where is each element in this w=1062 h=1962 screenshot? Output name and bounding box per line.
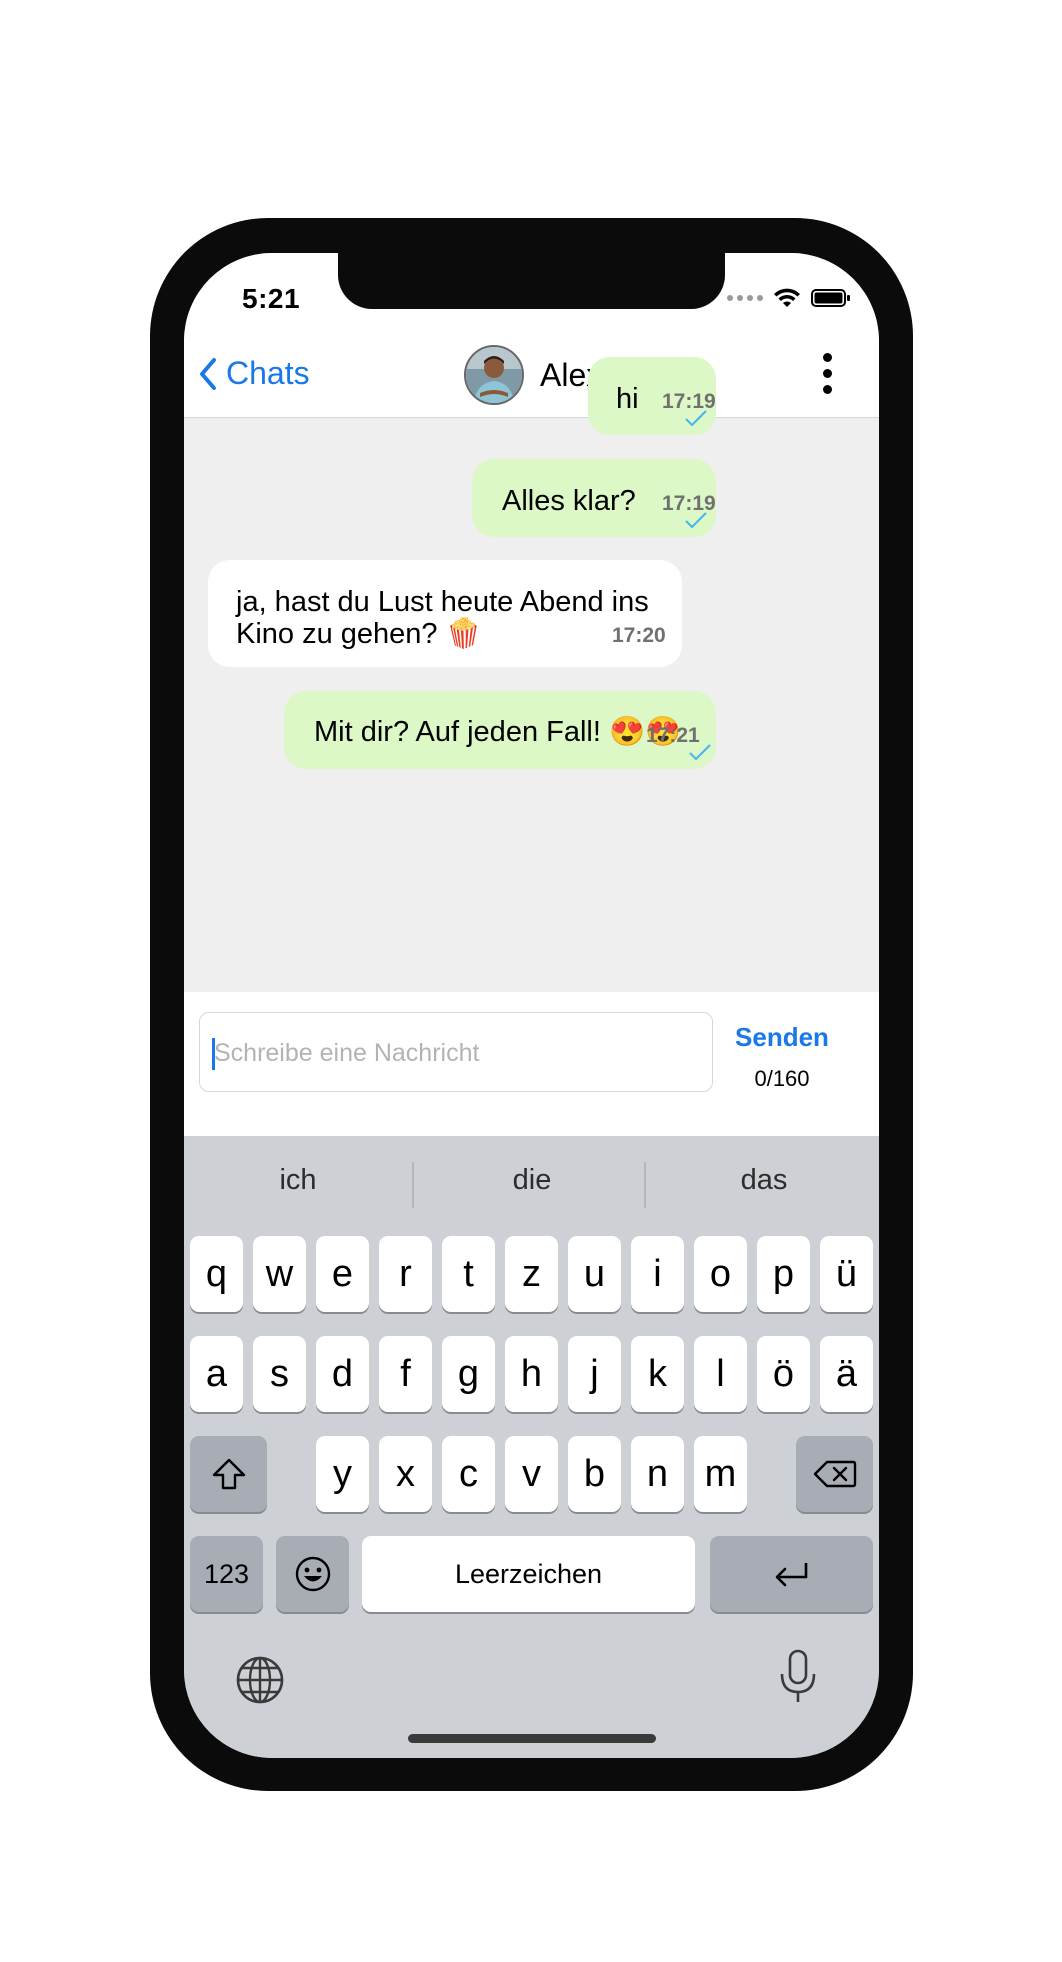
message-composer: Schreibe eine Nachricht Senden 0/160 (184, 992, 879, 1136)
message-time: 17:20 (612, 624, 666, 647)
key-h[interactable]: h (505, 1336, 558, 1412)
more-options-icon[interactable] (821, 353, 833, 397)
suggestion-item[interactable]: ich (198, 1164, 398, 1197)
key-z[interactable]: z (505, 1236, 558, 1312)
message-text: Mit dir? Auf jeden Fall! 😍😍 (314, 716, 682, 748)
message-text-line: ja, hast du Lust heute Abend ins (236, 586, 649, 618)
key-r[interactable]: r (379, 1236, 432, 1312)
shift-key[interactable] (190, 1436, 267, 1512)
message-bubble-outgoing[interactable]: Mit dir? Auf jeden Fall! 😍😍 17:21 (284, 691, 716, 769)
key-d[interactable]: d (316, 1336, 369, 1412)
shift-icon (212, 1458, 245, 1490)
key-p[interactable]: p (757, 1236, 810, 1312)
key-v[interactable]: v (505, 1436, 558, 1512)
battery-icon (811, 289, 850, 307)
status-time: 5:21 (242, 283, 301, 314)
key-t[interactable]: t (442, 1236, 495, 1312)
avatar-photo (466, 347, 522, 403)
key-ue[interactable]: ü (820, 1236, 873, 1312)
input-placeholder: Schreibe eine Nachricht (214, 1039, 480, 1067)
key-a[interactable]: a (190, 1336, 243, 1412)
key-g[interactable]: g (442, 1336, 495, 1412)
message-text: Alles klar? (502, 485, 636, 517)
key-q[interactable]: q (190, 1236, 243, 1312)
checkmark-icon (685, 410, 707, 427)
key-b[interactable]: b (568, 1436, 621, 1512)
emoji-icon (295, 1556, 330, 1592)
suggestion-item[interactable]: die (432, 1164, 632, 1197)
status-bar: 5:21 (184, 253, 879, 333)
key-x[interactable]: x (379, 1436, 432, 1512)
numbers-key[interactable]: 123 (190, 1536, 263, 1612)
key-oe[interactable]: ö (757, 1336, 810, 1412)
key-m[interactable]: m (694, 1436, 747, 1512)
cellular-signal-icon (727, 295, 763, 301)
message-input[interactable]: Schreibe eine Nachricht (199, 1012, 713, 1092)
message-bubble-outgoing[interactable]: Alles klar? 17:19 (472, 459, 716, 537)
phone-screen: 5:21 Chats Alex hi 17:19 Alles klar? 17:… (184, 253, 879, 1758)
suggestion-divider (412, 1162, 414, 1208)
checkmark-icon (689, 744, 711, 761)
wifi-icon (774, 288, 800, 307)
message-text: hi (616, 383, 639, 415)
key-e[interactable]: e (316, 1236, 369, 1312)
message-bubble-outgoing[interactable]: hi 17:19 (588, 357, 716, 435)
chat-header: Chats Alex (184, 333, 879, 418)
suggestion-item[interactable]: das (664, 1164, 864, 1197)
avatar[interactable] (464, 345, 524, 405)
key-i[interactable]: i (631, 1236, 684, 1312)
back-label: Chats (226, 355, 310, 391)
key-j[interactable]: j (568, 1336, 621, 1412)
message-bubble-incoming[interactable]: ja, hast du Lust heute Abend ins Kino zu… (208, 560, 682, 667)
return-key[interactable] (710, 1536, 873, 1612)
backspace-icon (813, 1460, 856, 1488)
back-button[interactable]: Chats (198, 355, 310, 392)
key-w[interactable]: w (253, 1236, 306, 1312)
send-button[interactable]: Senden (720, 1022, 844, 1053)
key-ae[interactable]: ä (820, 1336, 873, 1412)
microphone-icon[interactable] (778, 1648, 818, 1706)
key-k[interactable]: k (631, 1336, 684, 1412)
key-s[interactable]: s (253, 1336, 306, 1412)
key-c[interactable]: c (442, 1436, 495, 1512)
contact-header[interactable]: Alex (464, 345, 602, 405)
key-u[interactable]: u (568, 1236, 621, 1312)
emoji-key[interactable] (276, 1536, 349, 1612)
suggestion-divider (644, 1162, 646, 1208)
backspace-key[interactable] (796, 1436, 873, 1512)
key-n[interactable]: n (631, 1436, 684, 1512)
key-f[interactable]: f (379, 1336, 432, 1412)
space-key[interactable]: Leerzeichen (362, 1536, 695, 1612)
chevron-left-icon (200, 357, 216, 390)
key-o[interactable]: o (694, 1236, 747, 1312)
status-icons (727, 287, 851, 309)
character-counter: 0/160 (754, 1066, 810, 1091)
checkmark-icon (685, 512, 707, 529)
return-icon (775, 1563, 807, 1587)
globe-icon[interactable] (234, 1654, 286, 1706)
home-indicator[interactable] (408, 1734, 656, 1743)
keyboard: ich die das q w e r t z u i o p ü a s d … (184, 1136, 879, 1758)
key-y[interactable]: y (316, 1436, 369, 1512)
message-text-line: Kino zu gehen? 🍿 (236, 618, 482, 650)
device-notch (338, 253, 725, 309)
key-l[interactable]: l (694, 1336, 747, 1412)
